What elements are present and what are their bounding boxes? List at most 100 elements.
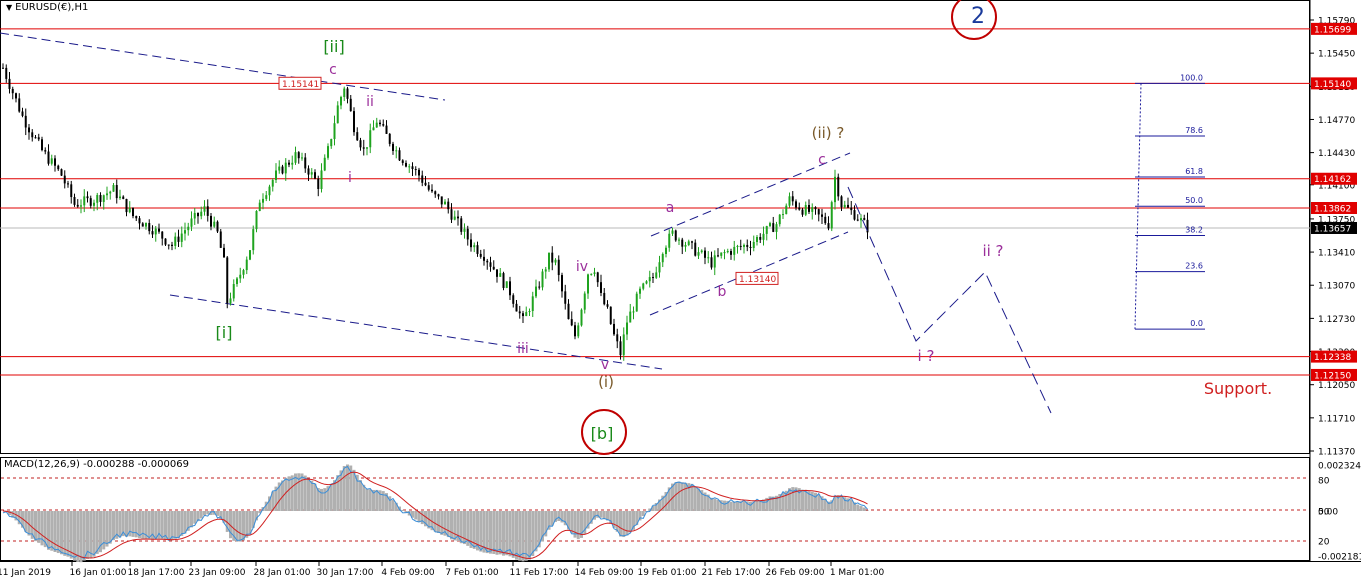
candle-body (418, 169, 420, 176)
candle-body (551, 252, 554, 263)
time-tick-label: 16 Jan 01:00 (70, 568, 127, 578)
candle-body (583, 293, 586, 310)
time-tick-label: 14 Feb 09:00 (574, 568, 633, 578)
wave-label: (ii) ? (812, 124, 845, 142)
fib-level-label: 0.0 (1190, 319, 1203, 328)
time-tick-label: 30 Jan 17:00 (317, 568, 374, 578)
candle-body (80, 205, 82, 207)
current-price-label: 1.13657 (1314, 224, 1351, 234)
candle-body (736, 245, 739, 247)
candle-body (658, 262, 661, 273)
candle-body (372, 127, 375, 131)
time-tick-label: 23 Jan 09:00 (189, 568, 246, 578)
wave-label: [ii] (323, 37, 344, 56)
candle-body (674, 230, 677, 241)
level-price-label: 1.14162 (1314, 175, 1351, 185)
trendline[interactable] (0, 32, 446, 101)
wave-label: 2 (971, 4, 985, 29)
candle-body (151, 231, 154, 235)
candle-body (278, 166, 281, 171)
candle-body (788, 196, 791, 206)
candle-body (291, 162, 294, 165)
candle-body (86, 196, 89, 199)
projection-path[interactable] (847, 186, 1052, 414)
candle-body (262, 198, 264, 203)
candle-body (219, 231, 222, 248)
candle-body (213, 221, 216, 227)
candle-body (629, 311, 632, 323)
price-tick-label: 1.13410 (1318, 249, 1355, 259)
candle-body (713, 255, 716, 268)
candle-body (405, 162, 407, 167)
candle-body (447, 201, 450, 210)
macd-tick-label: 0.00 (1318, 508, 1338, 518)
candle-body (382, 124, 385, 126)
candle-body (528, 311, 531, 313)
candle-body (60, 169, 63, 176)
price-box-text: 1.13140 (739, 275, 776, 285)
price-chart[interactable]: 100.0 78.6 61.8 50.0 38.2 23.6 0.0 1.15141 1.13… (0, 0, 1361, 583)
fib-level-label: 23.6 (1185, 262, 1203, 271)
candle-body (486, 260, 489, 263)
candle-body (665, 247, 667, 254)
candle-body (694, 242, 697, 256)
candle-body (824, 216, 827, 224)
candle-body (821, 214, 823, 217)
candle-body (840, 196, 843, 208)
candle-body (440, 196, 443, 205)
price-tick-label: 1.11710 (1318, 414, 1355, 424)
candle-body (281, 166, 284, 174)
time-tick-label: 28 Jan 01:00 (254, 568, 311, 578)
candle-body (561, 275, 563, 292)
price-box-text: 1.15141 (282, 80, 319, 90)
candle-body (590, 273, 593, 275)
candle-body (652, 277, 654, 279)
candle-body (720, 252, 723, 256)
candle-body (509, 281, 511, 296)
macd-params: MACD(12,26,9) (4, 459, 80, 470)
candle-body (193, 212, 196, 219)
candle-body (54, 158, 56, 166)
candle-body (70, 184, 73, 198)
fib-level-label: 61.8 (1185, 167, 1203, 176)
candle-body (704, 250, 706, 258)
trendline[interactable] (169, 294, 663, 370)
candle-body (106, 193, 108, 196)
wave-label: iii (517, 341, 529, 357)
wave-label: (i) (598, 373, 614, 391)
candle-body (232, 284, 235, 299)
candle-body (15, 93, 17, 99)
macd-main-value: -0.000288 (83, 459, 135, 470)
candle-body (96, 195, 99, 203)
candle-body (450, 209, 453, 220)
wave-label: iv (576, 259, 588, 275)
candle-body (304, 157, 307, 169)
candle-body (353, 111, 355, 133)
candle-body (132, 207, 134, 217)
candle-body (314, 172, 316, 179)
candle-body (479, 253, 482, 257)
candle-body (41, 139, 43, 151)
candle-body (860, 218, 862, 221)
candle-body (817, 209, 820, 215)
candle-body (122, 196, 125, 199)
candle-body (99, 195, 102, 202)
candle-body (392, 143, 394, 151)
macd-tick-label: 0.002324 (1318, 462, 1361, 472)
candle-body (421, 175, 424, 183)
macd-tick-label: -0.002181 (1318, 553, 1361, 563)
candle-body (798, 207, 801, 210)
candle-body (171, 244, 173, 246)
candle-body (749, 246, 752, 248)
candle-body (457, 216, 459, 219)
candle-body (245, 259, 248, 271)
candle-body (661, 253, 664, 263)
candle-body (180, 233, 183, 242)
price-tick-label: 1.15450 (1318, 50, 1355, 60)
candle-body (349, 98, 352, 112)
candle-body (603, 292, 606, 305)
candle-body (453, 216, 456, 220)
candle-body (395, 150, 398, 152)
candle-body (125, 198, 128, 213)
candle-body (687, 241, 690, 245)
